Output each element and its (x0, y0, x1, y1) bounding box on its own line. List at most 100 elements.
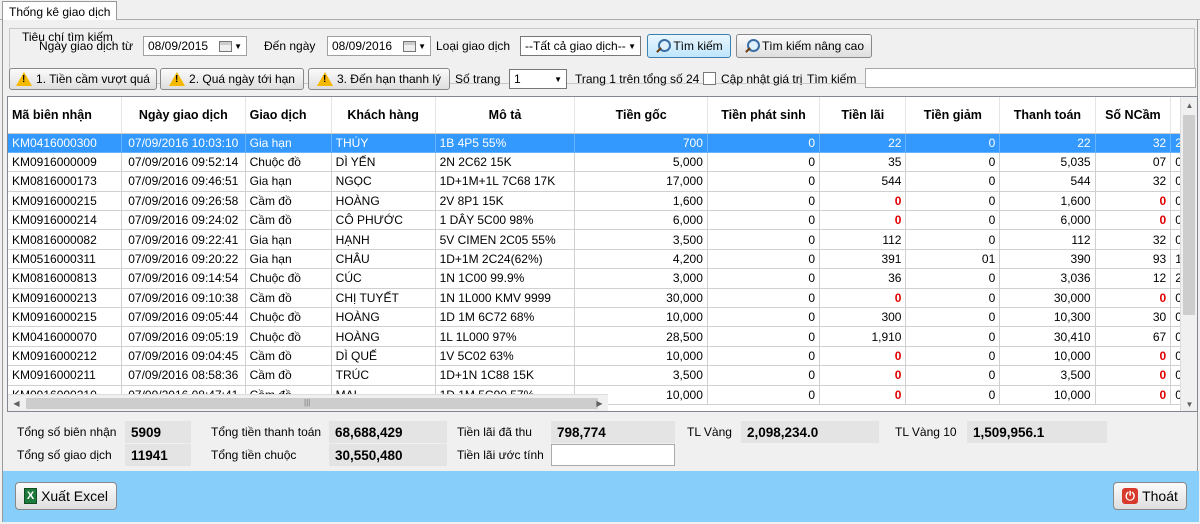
calendar-icon[interactable] (219, 40, 233, 52)
table-cell: NGỌC (331, 171, 436, 192)
date-to-picker[interactable]: 08/09/2016 ▼ (327, 36, 431, 56)
tab-transaction-statistics[interactable]: Thống kê giao dịch (2, 1, 118, 21)
chevron-down-icon[interactable]: ▼ (234, 42, 242, 51)
table-row[interactable]: KM0916000213 07/09/2016 09:10:38 Cầm đồ CHỊ… (8, 288, 1197, 309)
table-cell: 1D+1M+1L 7C68 17K (435, 171, 576, 192)
table-cell: 0 (707, 346, 821, 367)
table-cell: 0 (1095, 288, 1172, 309)
search-button-label: Tìm kiếm (673, 39, 723, 53)
table-cell: Chuộc đồ (245, 152, 332, 173)
vertical-scrollbar[interactable]: ▲ ▼ (1180, 97, 1197, 411)
table-cell: 0 (905, 191, 1001, 212)
warning-icon (169, 72, 186, 86)
page-number-select[interactable]: 1 ▼ (509, 69, 567, 89)
exit-button[interactable]: ⏻ Thoát (1113, 482, 1187, 510)
table-row[interactable]: KM0916000214 07/09/2016 09:24:02 Cầm đồ CÔ … (8, 210, 1197, 231)
column-header[interactable]: Tiền lãi (819, 97, 907, 134)
table-row[interactable]: KM0916000215 07/09/2016 09:05:44 Chuộc đồ H… (8, 307, 1197, 328)
table-row[interactable]: KM0916000211 07/09/2016 08:58:36 Cầm đồ TRÚ… (8, 365, 1197, 386)
table-row[interactable]: KM0816000813 07/09/2016 09:14:54 Chuộc đồ C… (8, 268, 1197, 289)
column-header[interactable]: Tiền gốc (574, 97, 708, 134)
column-header[interactable]: Khách hàng (331, 97, 436, 134)
table-cell: 3,500 (574, 229, 708, 250)
table-cell: 36 (819, 268, 907, 289)
column-header[interactable]: Số NCầm (1095, 97, 1172, 134)
table-cell: 0 (707, 385, 821, 405)
table-cell: KM0416000070 (8, 326, 122, 347)
scroll-up-arrow-icon[interactable]: ▲ (1181, 97, 1197, 114)
page-info: Trang 1 trên tổng số 24 (575, 72, 700, 86)
column-header[interactable]: Giao dịch (245, 97, 332, 134)
transaction-table: Mã biên nhận Ngày giao dịch Giao dịch Kh… (8, 97, 1197, 405)
table-cell: 10,000 (574, 346, 708, 367)
horizontal-scroll-thumb[interactable] (26, 398, 598, 409)
footer-bar: X Xuất Excel ⏻ Thoát (3, 471, 1199, 522)
table-cell: 07/09/2016 09:26:58 (121, 191, 246, 212)
column-header[interactable]: Tiền phát sinh (707, 97, 821, 134)
table-row[interactable]: KM0916000009 07/09/2016 09:52:14 Chuộc đồ D… (8, 152, 1197, 173)
table-cell: 3,000 (574, 268, 708, 289)
table-cell: 10,000 (999, 346, 1096, 367)
table-cell: 0 (905, 229, 1001, 250)
advanced-search-button-label: Tìm kiếm nâng cao (761, 39, 865, 53)
scroll-left-arrow-icon[interactable]: ◀ (8, 395, 25, 411)
column-header[interactable]: Mã biên nhận (8, 97, 122, 134)
table-row[interactable]: KM0816000082 07/09/2016 09:22:41 Gia hạn HẠ… (8, 229, 1197, 250)
keyword-search-input[interactable] (865, 68, 1196, 88)
table-cell: Chuộc đồ (245, 307, 332, 328)
column-header[interactable]: Thanh toán (999, 97, 1096, 134)
horizontal-scrollbar[interactable]: ◀ ||| ▶ (8, 394, 608, 411)
table-cell: 07/09/2016 09:14:54 (121, 268, 246, 289)
over-amount-button[interactable]: 1. Tiền cầm vượt quá (9, 68, 157, 90)
scroll-down-arrow-icon[interactable]: ▼ (1181, 396, 1197, 411)
table-row[interactable]: KM0916000215 07/09/2016 09:26:58 Cầm đồ HOÀ… (8, 191, 1197, 212)
table-cell: 0 (819, 346, 907, 367)
table-cell: 0 (707, 229, 821, 250)
column-header[interactable]: Mô tả (435, 97, 576, 134)
table-cell: 07/09/2016 09:04:45 (121, 346, 246, 367)
advanced-search-button[interactable]: Tìm kiếm nâng cao (736, 34, 872, 58)
update-price-checkbox[interactable] (703, 72, 716, 85)
table-header: Mã biên nhận Ngày giao dịch Giao dịch Kh… (8, 97, 1197, 134)
table-cell: 6,000 (999, 210, 1096, 231)
gold10-weight-label: TL Vàng 10 (895, 425, 957, 439)
date-from-picker[interactable]: 08/09/2015 ▼ (143, 36, 247, 56)
interest-estimated-label: Tiền lãi ước tính (457, 448, 544, 462)
table-cell: 30,000 (574, 288, 708, 309)
liquidation-due-button[interactable]: 3. Đến hạn thanh lý (308, 68, 450, 90)
calendar-icon[interactable] (403, 40, 417, 52)
table-cell: 30,410 (999, 326, 1096, 347)
export-excel-button[interactable]: X Xuất Excel (15, 482, 117, 510)
table-cell: 07/09/2016 09:20:22 (121, 249, 246, 270)
table-row[interactable]: KM0416000300 07/09/2016 10:03:10 Gia hạn TH… (8, 133, 1197, 153)
table-cell: 07/09/2016 09:52:14 (121, 152, 246, 173)
table-cell: HOÀNG (331, 191, 436, 212)
date-to-label: Đến ngày (264, 39, 316, 53)
table-cell: 0 (707, 307, 821, 328)
table-cell: KM0916000212 (8, 346, 122, 367)
table-cell: 0 (707, 152, 821, 173)
table-cell: 32 (1095, 171, 1172, 192)
table-cell: 12 (1095, 268, 1172, 289)
scroll-right-arrow-icon[interactable]: ▶ (591, 395, 608, 411)
column-header[interactable]: Tiền giảm (905, 97, 1001, 134)
vertical-scroll-thumb[interactable] (1183, 115, 1195, 315)
table-cell: 112 (819, 229, 907, 250)
table-cell: 07/09/2016 10:03:10 (121, 133, 246, 153)
column-header[interactable]: Ngày giao dịch (121, 97, 246, 134)
interest-estimated-value[interactable] (551, 444, 675, 466)
table-row[interactable]: KM0416000070 07/09/2016 09:05:19 Chuộc đồ H… (8, 326, 1197, 347)
transaction-grid[interactable]: Mã biên nhận Ngày giao dịch Giao dịch Kh… (7, 96, 1198, 412)
magnifier-icon (655, 39, 672, 53)
table-cell: 4,200 (574, 249, 708, 270)
table-row[interactable]: KM0816000173 07/09/2016 09:46:51 Gia hạn NG… (8, 171, 1197, 192)
table-row[interactable]: KM0516000311 07/09/2016 09:20:22 Gia hạn CH… (8, 249, 1197, 270)
table-cell: KM0916000215 (8, 307, 122, 328)
table-cell: 3,500 (574, 365, 708, 386)
liquidation-due-label: 3. Đến hạn thanh lý (336, 72, 442, 86)
search-button[interactable]: Tìm kiếm (647, 34, 731, 58)
table-row[interactable]: KM0916000212 07/09/2016 09:04:45 Cầm đồ DÌ … (8, 346, 1197, 367)
chevron-down-icon[interactable]: ▼ (418, 42, 426, 51)
overdue-button[interactable]: 2. Quá ngày tới hạn (160, 68, 304, 90)
transaction-type-select[interactable]: --Tất cả giao dịch-- ▼ (520, 36, 641, 56)
